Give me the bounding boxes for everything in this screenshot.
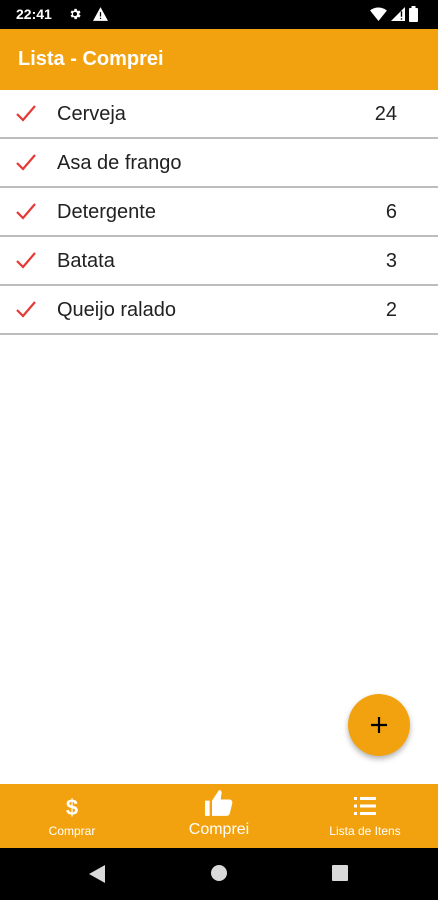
warning-icon [93, 7, 108, 26]
item-name: Cerveja [57, 103, 126, 125]
nav-comprar[interactable]: $ Comprar [22, 784, 122, 848]
check-icon [15, 251, 37, 274]
check-icon [15, 153, 37, 176]
item-quantity: 2 [385, 299, 397, 321]
nav-lista-de-itens[interactable]: Lista de Itens [310, 784, 420, 848]
list-item[interactable]: Queijo ralado 2 [0, 286, 438, 335]
plus-icon [371, 717, 387, 733]
recents-icon[interactable] [332, 865, 348, 886]
nav-label: Comprar [48, 824, 96, 838]
list-item[interactable]: Batata 3 [0, 237, 438, 286]
battery-icon [409, 6, 418, 27]
item-quantity: 6 [385, 201, 397, 223]
list-item[interactable]: Detergente 6 [0, 188, 438, 237]
item-name: Batata [57, 250, 115, 272]
dollar-icon: $ [65, 795, 79, 824]
home-icon[interactable] [210, 864, 228, 887]
gear-icon [68, 7, 82, 26]
wifi-icon [370, 7, 387, 26]
check-icon [15, 300, 37, 323]
list-item[interactable]: Asa de frango [0, 139, 438, 188]
check-icon [15, 202, 37, 225]
svg-text:$: $ [66, 795, 78, 819]
item-name: Queijo ralado [57, 299, 176, 321]
list-icon [354, 797, 376, 820]
list-item[interactable]: Cerveja 24 [0, 90, 438, 139]
item-quantity: 24 [374, 103, 397, 125]
item-name: Detergente [57, 201, 156, 223]
status-bar: 22:41 [0, 0, 438, 29]
nav-label: Comprei [188, 821, 250, 838]
page-title: Lista - Comprei [18, 48, 164, 70]
check-icon [15, 104, 37, 127]
nav-comprei[interactable]: Comprei [169, 784, 269, 848]
back-icon[interactable] [88, 864, 106, 889]
system-navigation-bar [0, 848, 438, 900]
status-time: 22:41 [16, 6, 52, 22]
nav-label: Lista de Itens [329, 824, 401, 838]
signal-icon [391, 7, 405, 26]
bottom-navigation: $ Comprar Comprei Lista de Itens [0, 784, 438, 848]
item-quantity: 3 [385, 250, 397, 272]
add-item-button[interactable] [348, 694, 410, 756]
item-list: Cerveja 24 Asa de frango Detergente 6 Ba… [0, 90, 438, 335]
item-name: Asa de frango [57, 152, 182, 174]
thumbs-up-icon [205, 790, 233, 821]
app-bar: Lista - Comprei [0, 29, 438, 90]
